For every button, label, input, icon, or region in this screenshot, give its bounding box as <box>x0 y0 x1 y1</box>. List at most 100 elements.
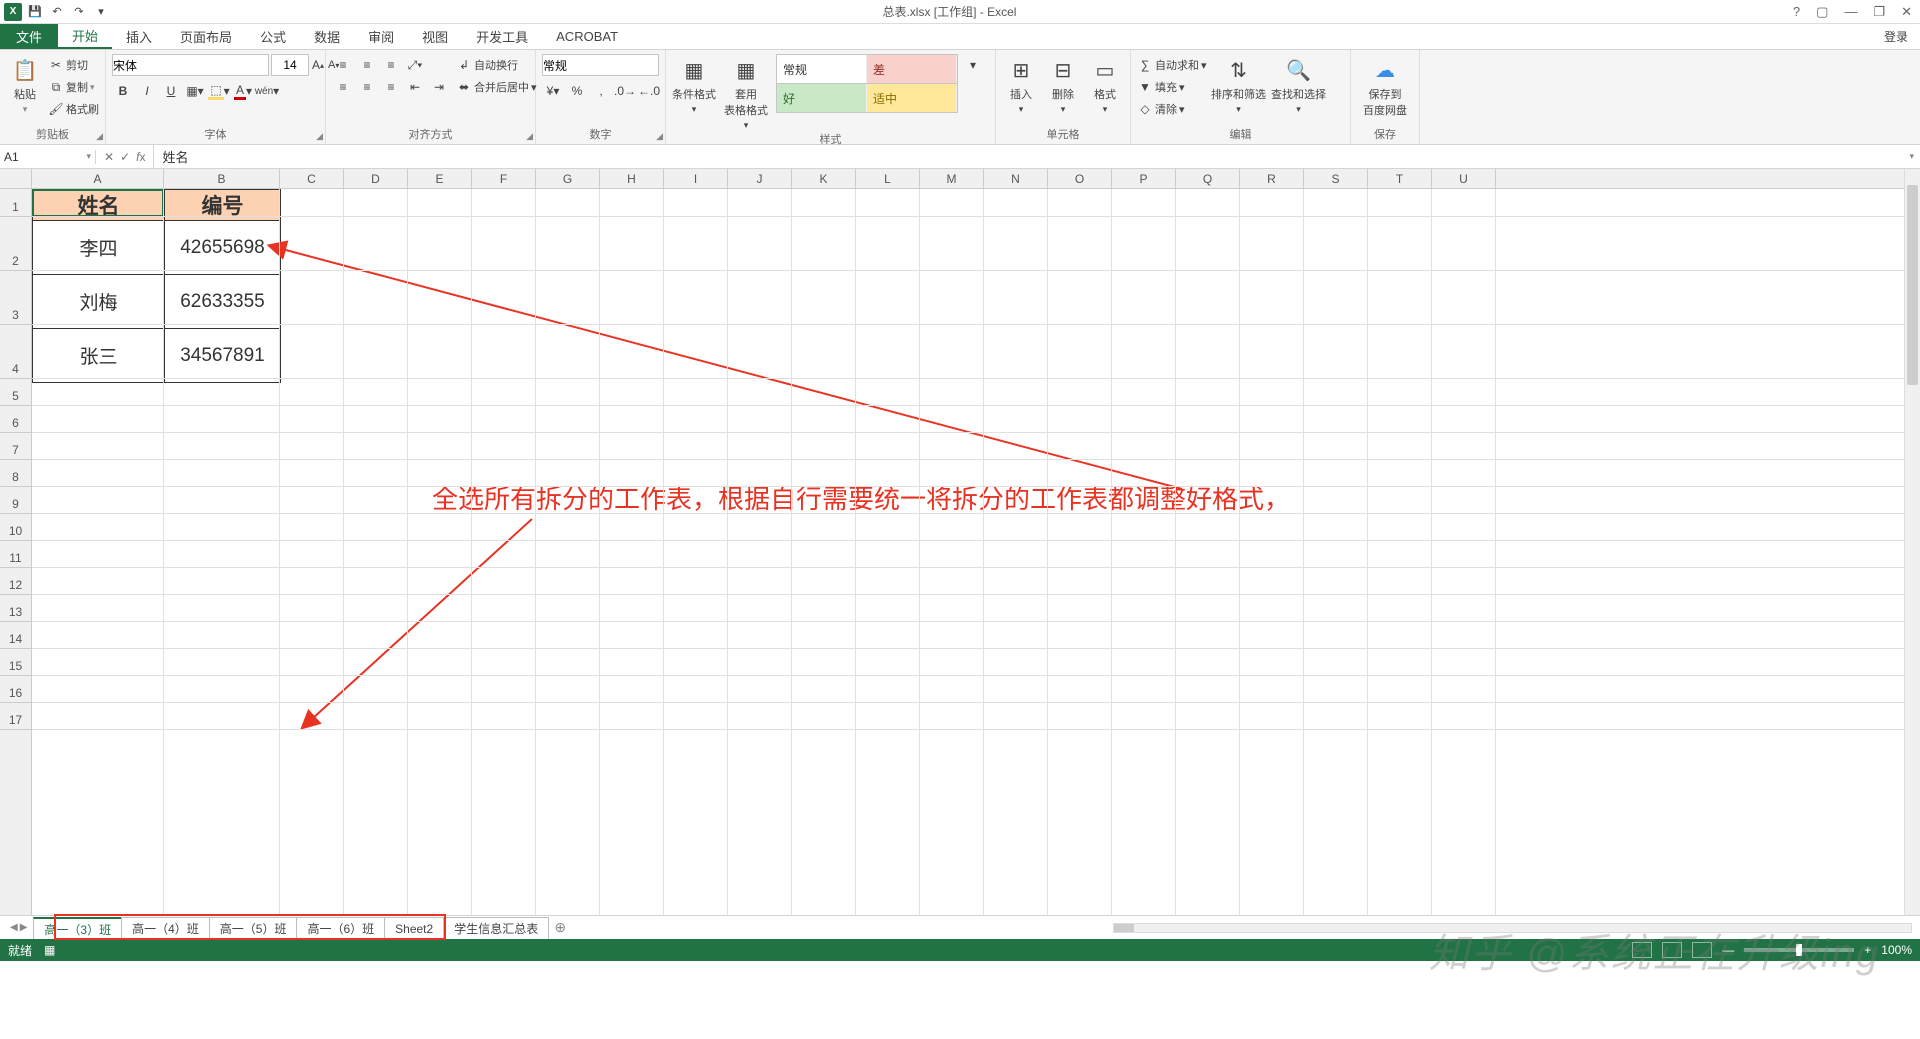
row-header-2[interactable]: 2 <box>0 217 31 271</box>
cancel-formula-icon[interactable]: ✕ <box>104 150 114 164</box>
column-headers[interactable]: ABCDEFGHIJKLMNOPQRSTU <box>32 169 1904 189</box>
col-header-D[interactable]: D <box>344 169 408 188</box>
style-moderate[interactable]: 适中 <box>867 84 957 112</box>
number-dialog-launcher[interactable]: ◢ <box>656 131 663 142</box>
cell-styles-gallery[interactable]: 常规 差 <box>776 54 958 84</box>
login-link[interactable]: 登录 <box>1872 24 1920 49</box>
conditional-format-button[interactable]: ▦ 条件格式▾ <box>672 54 716 115</box>
clipboard-dialog-launcher[interactable]: ◢ <box>96 131 103 142</box>
help-icon[interactable]: ? <box>1789 4 1804 20</box>
zoom-in-button[interactable]: + <box>1864 943 1871 957</box>
wrap-text-button[interactable]: ↲自动换行 <box>456 54 537 76</box>
sheet-tab-2[interactable]: 高一（5）班 <box>209 917 298 939</box>
row-header-16[interactable]: 16 <box>0 676 31 703</box>
underline-button[interactable]: U <box>160 80 182 102</box>
clear-button[interactable]: ◇清除 ▾ <box>1137 98 1207 120</box>
row-header-15[interactable]: 15 <box>0 649 31 676</box>
vscroll-thumb[interactable] <box>1907 185 1918 385</box>
increase-indent-button[interactable]: ⇥ <box>428 76 450 98</box>
number-format-select[interactable] <box>542 54 659 76</box>
row-header-17[interactable]: 17 <box>0 703 31 730</box>
minimize-icon[interactable]: — <box>1840 4 1861 20</box>
accounting-format-button[interactable]: ¥▾ <box>542 80 564 102</box>
sheet-tab-4[interactable]: Sheet2 <box>384 917 444 939</box>
decrease-decimal-button[interactable]: ←.0 <box>638 80 660 102</box>
row-header-1[interactable]: 1 <box>0 189 31 217</box>
row-header-7[interactable]: 7 <box>0 433 31 460</box>
view-page-break-button[interactable] <box>1692 942 1712 958</box>
qat-save-icon[interactable]: 💾 <box>26 3 44 21</box>
copy-button[interactable]: ⧉复制 ▾ <box>48 76 99 98</box>
format-cells-button[interactable]: ▭格式▾ <box>1086 54 1124 115</box>
style-normal[interactable]: 常规 <box>777 55 867 83</box>
sheet-tab-1[interactable]: 高一（4）班 <box>121 917 210 939</box>
col-header-U[interactable]: U <box>1432 169 1496 188</box>
tab-review[interactable]: 审阅 <box>354 24 408 49</box>
cell-b4[interactable]: 34567891 <box>165 329 281 383</box>
row-header-4[interactable]: 4 <box>0 325 31 379</box>
cell-a2[interactable]: 李四 <box>33 221 165 275</box>
format-as-table-button[interactable]: ▦ 套用 表格格式▾ <box>720 54 772 131</box>
col-header-N[interactable]: N <box>984 169 1048 188</box>
tab-view[interactable]: 视图 <box>408 24 462 49</box>
ribbon-display-options-icon[interactable]: ▢ <box>1812 4 1832 20</box>
font-name-input[interactable] <box>112 54 269 76</box>
view-normal-button[interactable] <box>1632 942 1652 958</box>
autosum-button[interactable]: ∑自动求和 ▾ <box>1137 54 1207 76</box>
alignment-dialog-launcher[interactable]: ◢ <box>526 131 533 142</box>
col-header-A[interactable]: A <box>32 169 164 188</box>
sheet-prev-icon[interactable]: ◀ <box>10 922 18 933</box>
qat-redo-icon[interactable]: ↷ <box>70 3 88 21</box>
horizontal-scrollbar[interactable] <box>580 920 1912 936</box>
zoom-out-button[interactable]: — <box>1722 943 1734 957</box>
increase-decimal-button[interactable]: .0→ <box>614 80 636 102</box>
row-header-5[interactable]: 5 <box>0 379 31 406</box>
delete-cells-button[interactable]: ⊟删除▾ <box>1044 54 1082 115</box>
orientation-button[interactable]: ⤢▾ <box>404 54 426 76</box>
cell-b3[interactable]: 62633355 <box>165 275 281 329</box>
sheet-nav[interactable]: ◀▶ <box>4 922 33 933</box>
sheet-next-icon[interactable]: ▶ <box>20 922 28 933</box>
styles-more-button[interactable]: ▾ <box>962 54 984 76</box>
fill-button[interactable]: ▼填充 ▾ <box>1137 76 1207 98</box>
col-header-L[interactable]: L <box>856 169 920 188</box>
tab-file[interactable]: 文件 <box>0 24 58 49</box>
col-header-R[interactable]: R <box>1240 169 1304 188</box>
merge-center-button[interactable]: ⬌合并后居中 ▾ <box>456 76 537 98</box>
col-header-F[interactable]: F <box>472 169 536 188</box>
paste-button[interactable]: 📋 粘贴 ▾ <box>6 54 44 115</box>
row-header-12[interactable]: 12 <box>0 568 31 595</box>
col-header-E[interactable]: E <box>408 169 472 188</box>
row-header-8[interactable]: 8 <box>0 460 31 487</box>
increase-font-size-button[interactable]: A▴ <box>311 54 325 76</box>
cells-area[interactable]: 姓名 编号 李四42655698 刘梅62633355 张三34567891 全… <box>32 189 1904 915</box>
align-top-button[interactable]: ≡ <box>332 54 354 76</box>
tab-formulas[interactable]: 公式 <box>246 24 300 49</box>
fill-color-button[interactable]: ⬚▾ <box>208 80 230 102</box>
vertical-scrollbar[interactable] <box>1904 169 1920 915</box>
status-macro-icon[interactable]: ▦ <box>44 943 55 957</box>
tab-data[interactable]: 数据 <box>300 24 354 49</box>
restore-icon[interactable]: ❐ <box>1869 4 1889 20</box>
row-header-6[interactable]: 6 <box>0 406 31 433</box>
sort-filter-button[interactable]: ⇅排序和筛选▾ <box>1211 54 1267 115</box>
new-sheet-button[interactable]: ⊕ <box>548 919 572 936</box>
close-icon[interactable]: ✕ <box>1897 4 1916 20</box>
insert-cells-button[interactable]: ⊞插入▾ <box>1002 54 1040 115</box>
tab-page-layout[interactable]: 页面布局 <box>166 24 246 49</box>
col-header-I[interactable]: I <box>664 169 728 188</box>
find-select-button[interactable]: 🔍查找和选择▾ <box>1271 54 1327 115</box>
italic-button[interactable]: I <box>136 80 158 102</box>
row-headers[interactable]: 1234567891011121314151617 <box>0 189 32 915</box>
align-bottom-button[interactable]: ≡ <box>380 54 402 76</box>
insert-function-icon[interactable]: fx <box>136 150 145 164</box>
font-size-input[interactable] <box>271 54 309 76</box>
expand-formula-bar-icon[interactable]: ▾ <box>1903 151 1920 162</box>
sheet-tab-5[interactable]: 学生信息汇总表 <box>443 917 549 939</box>
col-header-G[interactable]: G <box>536 169 600 188</box>
col-header-P[interactable]: P <box>1112 169 1176 188</box>
qat-undo-icon[interactable]: ↶ <box>48 3 66 21</box>
row-header-14[interactable]: 14 <box>0 622 31 649</box>
percent-format-button[interactable]: % <box>566 80 588 102</box>
col-header-O[interactable]: O <box>1048 169 1112 188</box>
